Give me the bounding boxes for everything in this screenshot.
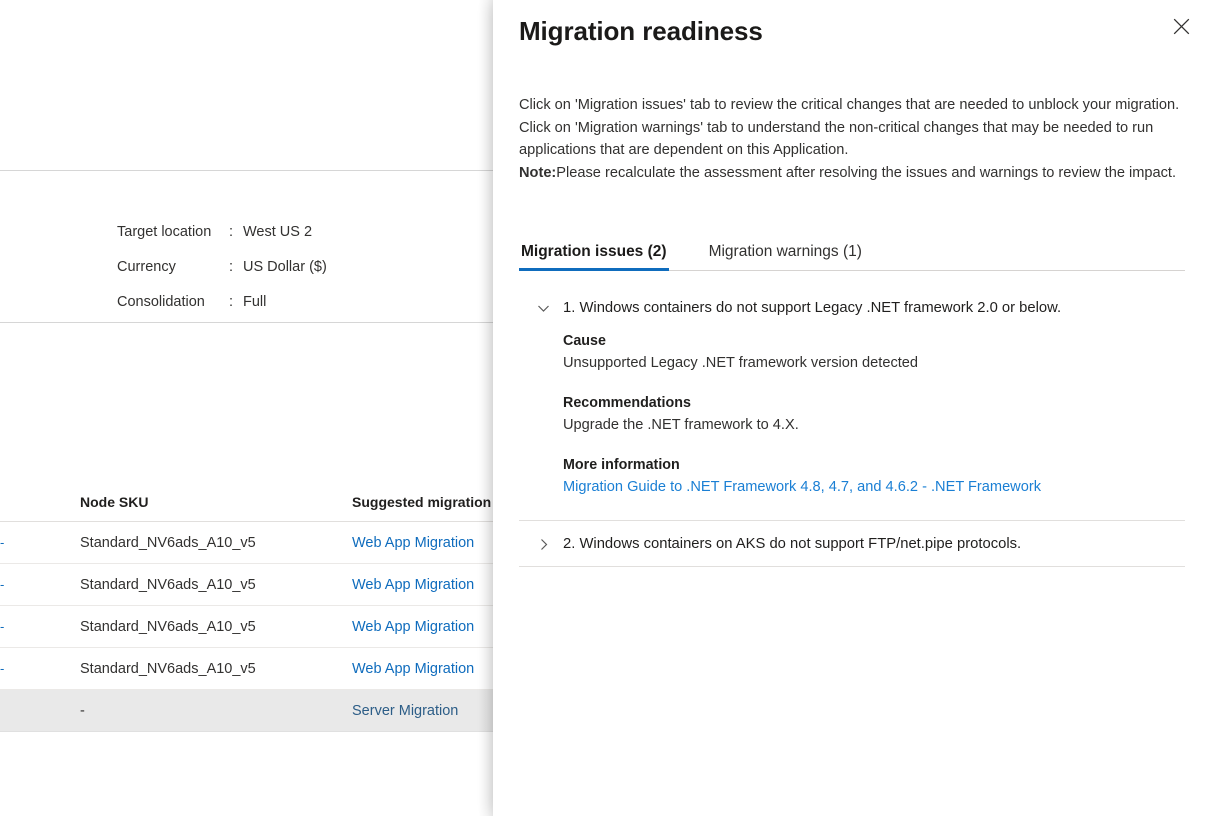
table-row[interactable]: - Standard_NV6ads_A10_v5 Web App Migrati… <box>0 648 495 690</box>
table-cell-node-sku: Standard_NV6ads_A10_v5 <box>80 618 256 635</box>
table-cell-stub: - <box>0 661 5 676</box>
detail-value-target-location: West US 2 <box>243 224 313 240</box>
table-cell-node-sku: Standard_NV6ads_A10_v5 <box>80 534 256 551</box>
detail-colon-currency: : <box>229 259 234 275</box>
table-row[interactable]: - Standard_NV6ads_A10_v5 Web App Migrati… <box>0 606 495 648</box>
detail-label-consolidation: Consolidation <box>117 294 205 310</box>
close-icon <box>1173 18 1190 40</box>
close-button[interactable] <box>1165 13 1197 45</box>
table-cell-node-sku: - <box>80 702 85 719</box>
page-title: Migration readiness <box>519 16 763 46</box>
issue-cause-label: Cause <box>563 333 606 349</box>
screen-root: Target location : West US 2 Currency : U… <box>0 0 1211 816</box>
table-header-row: Node SKU Suggested migration <box>0 483 495 522</box>
tabs-strip: Migration issues (2) Migration warnings … <box>519 234 1185 271</box>
panel-note-text: Please recalculate the assessment after … <box>556 164 1177 181</box>
detail-label-currency: Currency <box>117 259 176 275</box>
detail-label-target-location: Target location <box>117 224 212 240</box>
panel-description: Click on 'Migration issues' tab to revie… <box>493 94 1211 184</box>
table-cell-suggested-migration-link[interactable]: Web App Migration <box>352 661 495 677</box>
issue-recommendations-label: Recommendations <box>563 395 691 411</box>
issue-cause-value: Unsupported Legacy .NET framework versio… <box>563 355 919 371</box>
detail-row-currency: Currency : US Dollar ($) <box>117 259 327 294</box>
assessment-table: Node SKU Suggested migration - Standard_… <box>0 483 495 732</box>
issue-recommendations-value: Upgrade the .NET framework to 4.X. <box>563 417 799 433</box>
detail-colon-consolidation: : <box>229 294 234 310</box>
detail-value-currency: US Dollar ($) <box>243 259 327 275</box>
panel-description-text: Click on 'Migration issues' tab to revie… <box>519 97 1180 158</box>
issue-item-1: 1. Windows containers do not support Leg… <box>519 285 1185 521</box>
table-header-node-sku: Node SKU <box>80 494 149 510</box>
table-cell-stub: - <box>0 577 5 592</box>
panel-header: Migration readiness <box>493 0 1211 48</box>
panel-tabs: Migration issues (2) Migration warnings … <box>493 234 1211 271</box>
detail-colon-target-location: : <box>229 224 234 240</box>
issue-header-1[interactable]: 1. Windows containers do not support Leg… <box>519 285 1185 330</box>
migration-readiness-panel: Migration readiness Click on 'Migration … <box>493 0 1211 816</box>
issue-header-2[interactable]: 2. Windows containers on AKS do not supp… <box>519 521 1185 566</box>
assessment-details: Target location : West US 2 Currency : U… <box>117 224 327 329</box>
table-cell-suggested-migration-link[interactable]: Web App Migration <box>352 619 495 635</box>
issue-title-2: 2. Windows containers on AKS do not supp… <box>563 536 1022 552</box>
issue-item-2: 2. Windows containers on AKS do not supp… <box>519 521 1185 567</box>
background-divider-top <box>0 170 495 171</box>
chevron-down-icon[interactable] <box>535 298 551 318</box>
table-cell-stub: - <box>0 535 5 550</box>
table-cell-node-sku: Standard_NV6ads_A10_v5 <box>80 576 256 593</box>
table-cell-suggested-migration-link[interactable]: Web App Migration <box>352 535 495 551</box>
table-row[interactable]: - Standard_NV6ads_A10_v5 Web App Migrati… <box>0 522 495 564</box>
panel-note-label: Note: <box>519 164 557 181</box>
chevron-right-icon[interactable] <box>535 534 551 554</box>
issue-more-information-label: More information <box>563 457 680 473</box>
table-cell-node-sku: Standard_NV6ads_A10_v5 <box>80 660 256 677</box>
issue-body-1: Cause Unsupported Legacy .NET framework … <box>519 330 1185 520</box>
table-cell-suggested-migration-link[interactable]: Web App Migration <box>352 577 495 593</box>
table-cell-stub: - <box>0 619 5 634</box>
issue-more-information-link[interactable]: Migration Guide to .NET Framework 4.8, 4… <box>563 479 1041 495</box>
tab-migration-warnings[interactable]: Migration warnings (1) <box>707 243 864 270</box>
tab-migration-issues[interactable]: Migration issues (2) <box>519 243 669 271</box>
table-row[interactable]: - Standard_NV6ads_A10_v5 Web App Migrati… <box>0 564 495 606</box>
table-row-selected[interactable]: - Server Migration <box>0 690 495 732</box>
table-header-suggested-migration: Suggested migration <box>352 494 492 510</box>
detail-value-consolidation: Full <box>243 294 267 310</box>
table-cell-suggested-migration-link[interactable]: Server Migration <box>352 703 495 719</box>
detail-row-target-location: Target location : West US 2 <box>117 224 327 259</box>
detail-row-consolidation: Consolidation : Full <box>117 294 327 329</box>
issue-list: 1. Windows containers do not support Leg… <box>519 285 1185 567</box>
issue-title-1: 1. Windows containers do not support Leg… <box>563 300 1062 316</box>
